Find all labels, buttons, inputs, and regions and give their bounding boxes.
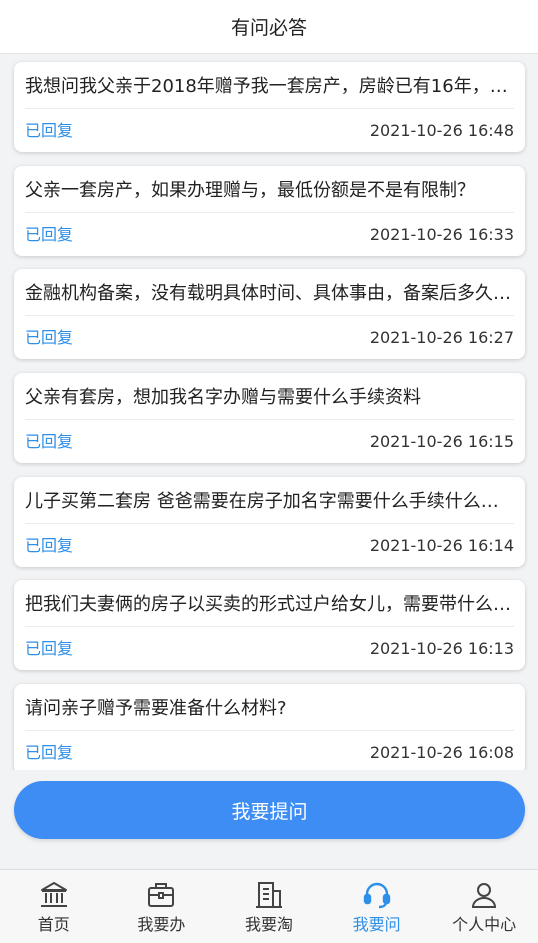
timestamp: 2021-10-26 16:33: [369, 225, 514, 244]
question-text: 儿子买第二套房 爸爸需要在房子加名字需要什么手续什么材料: [25, 491, 515, 512]
divider: [25, 523, 514, 524]
timestamp: 2021-10-26 16:14: [369, 536, 514, 555]
timestamp: 2021-10-26 16:27: [369, 328, 514, 347]
user-icon: [467, 878, 501, 912]
divider: [25, 212, 514, 213]
question-card[interactable]: 把我们夫妻俩的房子以买卖的形式过户给女儿，需要带什么材料 已回复 2021-10…: [14, 580, 525, 670]
question-list[interactable]: 我想问我父亲于2018年赠予我一套房产，房龄已有16年，请问可以办理赠与吗？ 已…: [0, 54, 538, 770]
question-text: 我想问我父亲于2018年赠予我一套房产，房龄已有16年，请问可以办理赠与吗？: [25, 76, 515, 97]
status-badge: 已回复: [25, 536, 74, 555]
tab-label: 我要问: [352, 915, 401, 934]
building-icon: [252, 878, 286, 912]
question-card[interactable]: 金融机构备案，没有载明具体时间、具体事由，备案后多久可以办理？ 已回复 2021…: [14, 269, 525, 359]
question-card[interactable]: 请问亲子赠予需要准备什么材料? 已回复 2021-10-26 16:08: [14, 684, 525, 770]
status-badge: 已回复: [25, 743, 74, 762]
bank-icon: [37, 878, 71, 912]
question-card[interactable]: 父亲有套房，想加我名字办赠与需要什么手续资料 已回复 2021-10-26 16…: [14, 373, 525, 463]
tab-ask[interactable]: 我要问: [323, 870, 431, 943]
header: 有问必答: [0, 0, 538, 54]
tab-browse[interactable]: 我要淘: [215, 870, 323, 943]
question-text: 父亲有套房，想加我名字办赠与需要什么手续资料: [25, 387, 421, 408]
question-text: 请问亲子赠予需要准备什么材料?: [25, 698, 287, 719]
tab-label: 我要办: [137, 915, 186, 934]
timestamp: 2021-10-26 16:48: [369, 121, 514, 140]
tab-home[interactable]: 首页: [0, 870, 108, 943]
bottom-tabbar: 首页 我要办 我要淘 我要问 个人中心: [0, 869, 538, 943]
divider: [25, 626, 514, 627]
divider: [25, 315, 514, 316]
timestamp: 2021-10-26 16:13: [369, 639, 514, 658]
tab-todo[interactable]: 我要办: [108, 870, 216, 943]
ask-question-button[interactable]: 我要提问: [14, 781, 525, 839]
briefcase-icon: [144, 878, 178, 912]
headset-icon: [360, 878, 394, 912]
status-badge: 已回复: [25, 432, 74, 451]
status-badge: 已回复: [25, 639, 74, 658]
status-badge: 已回复: [25, 328, 74, 347]
question-text: 金融机构备案，没有载明具体时间、具体事由，备案后多久可以办理？: [25, 283, 515, 304]
question-card[interactable]: 父亲一套房产，如果办理赠与，最低份额是不是有限制？ 已回复 2021-10-26…: [14, 166, 525, 256]
tab-profile[interactable]: 个人中心: [430, 870, 538, 943]
question-card[interactable]: 儿子买第二套房 爸爸需要在房子加名字需要什么手续什么材料 已回复 2021-10…: [14, 477, 525, 567]
question-text: 把我们夫妻俩的房子以买卖的形式过户给女儿，需要带什么材料: [25, 594, 515, 615]
question-card[interactable]: 我想问我父亲于2018年赠予我一套房产，房龄已有16年，请问可以办理赠与吗？ 已…: [14, 62, 525, 152]
timestamp: 2021-10-26 16:15: [369, 432, 514, 451]
status-badge: 已回复: [25, 121, 74, 140]
divider: [25, 730, 514, 731]
question-text: 父亲一套房产，如果办理赠与，最低份额是不是有限制？: [25, 180, 475, 201]
page-title: 有问必答: [230, 17, 307, 39]
status-badge: 已回复: [25, 225, 74, 244]
tab-label: 我要淘: [244, 915, 293, 934]
divider: [25, 108, 514, 109]
tab-label: 首页: [37, 915, 70, 934]
tab-label: 个人中心: [452, 915, 517, 934]
divider: [25, 419, 514, 420]
timestamp: 2021-10-26 16:08: [369, 743, 514, 762]
